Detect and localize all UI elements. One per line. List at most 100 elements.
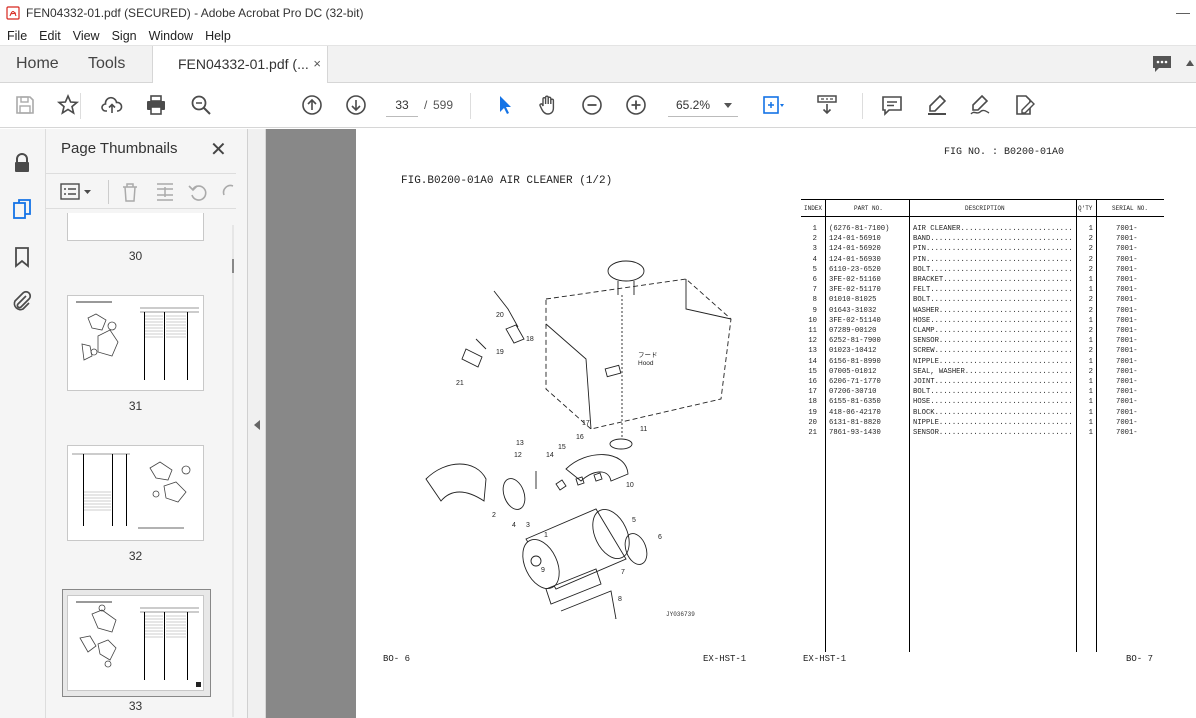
part-quantity: 1 <box>1088 429 1093 437</box>
extract-pages-icon[interactable] <box>154 181 176 203</box>
part-serial: 7001- <box>1116 265 1138 274</box>
comment-chat-icon[interactable] <box>1150 52 1174 76</box>
menu-edit[interactable]: Edit <box>33 29 67 43</box>
table-row: 6 3FE-02-51160 BRACKET....................… <box>801 275 1164 285</box>
part-serial: 7001- <box>1116 398 1138 407</box>
document-viewport: FIG NO. : B0200-01A0 FIG.B0200-01A0 AIR … <box>266 129 1196 718</box>
callout: 5 <box>632 517 636 524</box>
part-serial: 7001- <box>1116 408 1138 417</box>
part-index: 13 <box>808 347 817 356</box>
menu-view[interactable]: View <box>67 29 106 43</box>
part-description: WASHER............................... <box>913 306 1073 315</box>
callout: 16 <box>576 434 584 441</box>
print-icon[interactable] <box>144 93 168 117</box>
panel-splitter[interactable] <box>248 129 266 718</box>
select-pointer-icon[interactable] <box>493 93 517 117</box>
page-number-input[interactable] <box>386 93 418 117</box>
table-row: 16 6206-71-1770 JOINT.....................… <box>801 377 1164 387</box>
zoom-in-icon[interactable] <box>624 93 648 117</box>
scroll-mode-icon[interactable] <box>815 93 839 117</box>
air-cleaner-exploded-diagram: 20 18 19 21 17 16 15 14 13 12 11 10 2 4 … <box>425 260 732 619</box>
thumbnail-page-33[interactable] <box>67 595 204 691</box>
minimize-button[interactable]: — <box>1176 4 1190 20</box>
part-serial: 7001- <box>1116 327 1138 335</box>
table-row: 13 01023-10412 SCREW......................… <box>801 346 1164 356</box>
part-quantity: 2 <box>1088 235 1093 244</box>
part-quantity: 1 <box>1088 398 1093 407</box>
scroll-up-arrow-icon[interactable] <box>1186 60 1194 66</box>
part-number: 3FE-02-51140 <box>829 316 881 325</box>
thumbnail-page-31[interactable] <box>67 295 204 391</box>
menu-window[interactable]: Window <box>143 29 199 43</box>
part-quantity: 2 <box>1088 347 1093 356</box>
callout: 2 <box>492 512 496 519</box>
bookmark-star-icon[interactable] <box>56 93 80 117</box>
hand-tool-icon[interactable] <box>536 93 560 117</box>
lock-icon[interactable] <box>10 151 34 175</box>
part-index: 12 <box>808 337 817 346</box>
part-description: BOLT................................. <box>913 265 1073 274</box>
collapse-panel-arrow-icon[interactable] <box>254 420 260 430</box>
table-row: 2 124-01-56910 BAND.......................… <box>801 234 1164 244</box>
part-number: 6131-81-8820 <box>829 418 881 427</box>
thumbnail-label: 32 <box>128 549 143 563</box>
highlight-pen-icon[interactable] <box>925 93 949 117</box>
thumbnail-label: 31 <box>128 399 143 413</box>
part-index: 15 <box>808 367 817 376</box>
menu-bar: File Edit View Sign Window Help <box>0 26 1196 46</box>
zoom-select[interactable]: 65.2% <box>668 93 738 117</box>
menu-sign[interactable]: Sign <box>106 29 143 43</box>
header-serial: SERIAL NO. <box>1112 205 1149 212</box>
part-serial: 7001- <box>1116 357 1138 366</box>
hood-label-jp: フード <box>638 351 658 359</box>
part-index: 9 <box>812 306 817 315</box>
toolbar-divider <box>80 93 81 119</box>
thumbnail-tools <box>46 173 236 209</box>
tab-tools[interactable]: Tools <box>88 46 125 82</box>
toolbar <box>0 83 1196 128</box>
bookmark-icon[interactable] <box>10 245 34 269</box>
part-quantity: 2 <box>1088 306 1093 315</box>
part-number: 124-01-56930 <box>829 255 881 264</box>
table-row: 11 07289-00120 CLAMP......................… <box>801 326 1164 336</box>
part-description: BOLT................................. <box>913 296 1073 305</box>
scrollbar-thumb[interactable] <box>232 259 234 273</box>
comment-icon[interactable] <box>880 93 904 117</box>
tab-document[interactable]: FEN04332-01.pdf (... × <box>152 46 328 83</box>
fit-page-icon[interactable] <box>760 93 784 117</box>
fill-sign-icon[interactable] <box>1012 93 1036 117</box>
callout: 8 <box>618 596 622 603</box>
options-menu-icon[interactable] <box>60 182 94 202</box>
part-serial: 7001- <box>1116 235 1138 244</box>
next-page-icon[interactable] <box>344 93 368 117</box>
zoom-out-icon[interactable] <box>580 93 604 117</box>
part-description: AIR CLEANER.......................... <box>913 225 1073 233</box>
thumbnail-scrollbar[interactable] <box>232 225 234 717</box>
menu-file[interactable]: File <box>0 29 33 43</box>
attachment-paperclip-icon[interactable] <box>10 289 34 313</box>
menu-help[interactable]: Help <box>199 29 237 43</box>
delete-trash-icon[interactable] <box>120 181 140 203</box>
part-description: CLAMP................................ <box>913 327 1073 335</box>
close-panel-button[interactable]: ✕ <box>210 137 227 162</box>
callout: 6 <box>658 534 662 541</box>
draw-freehand-icon[interactable] <box>968 93 992 117</box>
part-index: 6 <box>812 276 817 284</box>
rotate-right-icon[interactable] <box>220 181 234 203</box>
close-tab-button[interactable]: × <box>313 46 321 82</box>
thumbnail-page-30[interactable] <box>67 213 204 241</box>
part-description: JOINT................................ <box>913 378 1073 386</box>
page-thumbnails-icon[interactable] <box>10 197 34 221</box>
part-quantity: 1 <box>1088 337 1093 346</box>
save-icon[interactable] <box>13 93 37 117</box>
part-index: 17 <box>808 388 817 397</box>
zoom-search-icon[interactable] <box>189 93 213 117</box>
callout: 4 <box>512 522 516 529</box>
footer-right-model: EX-HST-1 <box>803 654 847 664</box>
cloud-upload-icon[interactable] <box>100 93 124 117</box>
previous-page-icon[interactable] <box>300 93 324 117</box>
rotate-left-icon[interactable] <box>187 181 209 203</box>
tab-home[interactable]: Home <box>16 46 59 82</box>
part-index: 16 <box>808 378 817 386</box>
thumbnail-page-32[interactable] <box>67 445 204 541</box>
